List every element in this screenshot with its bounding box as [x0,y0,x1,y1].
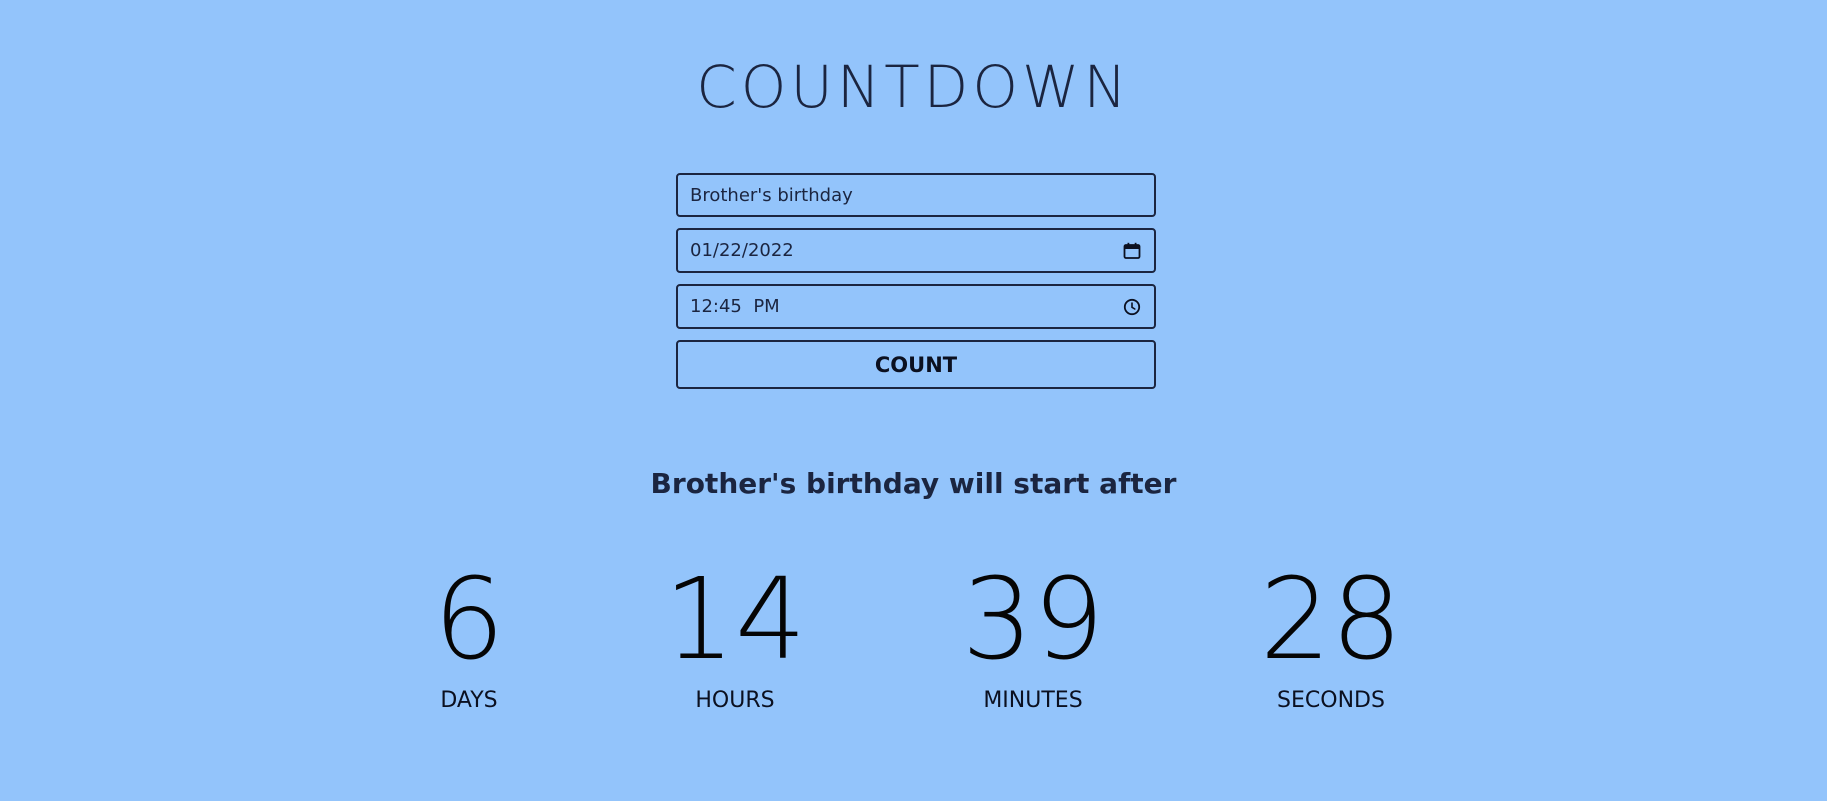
countdown-form: Brother's birthday 01/22/2022 12:45 PM C… [676,173,1156,389]
calendar-icon[interactable] [1122,241,1142,261]
minutes-value: 39 [961,555,1105,685]
seconds-value: 28 [1259,555,1403,685]
time-value: 12:45 PM [690,296,780,317]
days-label: DAYS [440,688,498,713]
countdown-message: Brother's birthday will start after [650,467,1177,500]
event-name-input[interactable]: Brother's birthday [676,173,1156,217]
days-unit: 6 DAYS [349,560,589,716]
minutes-label: MINUTES [983,688,1083,713]
seconds-unit: 28 SECONDS [1211,560,1451,716]
seconds-label: SECONDS [1277,688,1385,713]
count-button-label: COUNT [874,352,958,377]
date-input[interactable]: 01/22/2022 [676,228,1156,273]
hours-value: 14 [663,555,807,685]
count-button[interactable]: COUNT [676,340,1156,389]
hours-label: HOURS [695,688,775,713]
date-value: 01/22/2022 [690,240,794,261]
minutes-unit: 39 MINUTES [913,560,1153,716]
hours-unit: 14 HOURS [615,560,855,716]
days-value: 6 [433,555,505,685]
clock-icon[interactable] [1122,297,1142,317]
time-input[interactable]: 12:45 PM [676,284,1156,329]
event-name-value: Brother's birthday [690,184,853,206]
page-title: COUNTDOWN [696,53,1131,121]
